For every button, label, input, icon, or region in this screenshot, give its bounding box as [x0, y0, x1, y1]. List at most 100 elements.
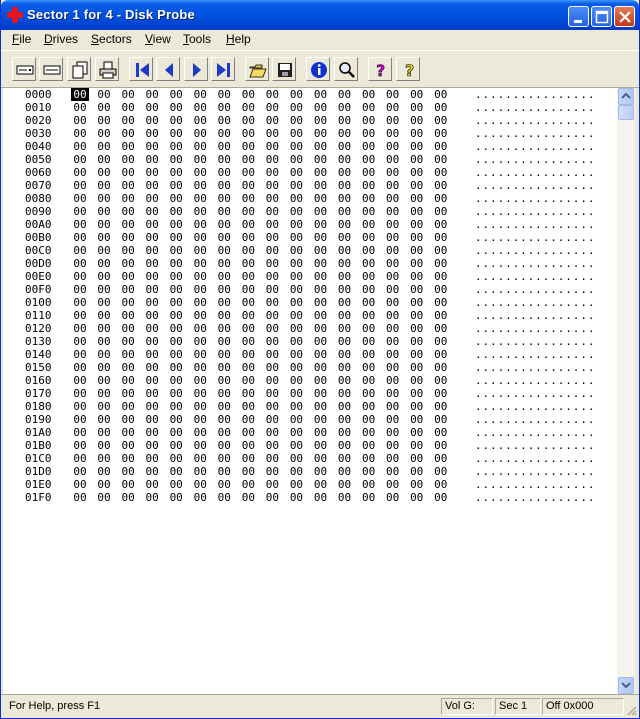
hex-byte[interactable]: 00 [432, 283, 450, 296]
hex-byte[interactable]: 00 [336, 114, 354, 127]
hex-byte[interactable]: 00 [408, 491, 426, 504]
hex-byte[interactable]: 00 [408, 400, 426, 413]
hex-byte[interactable]: 00 [119, 127, 137, 140]
hex-byte[interactable]: 00 [263, 335, 281, 348]
hex-byte[interactable]: 00 [95, 88, 113, 101]
hex-byte[interactable]: 00 [360, 491, 378, 504]
hex-row-ascii[interactable]: ................ [475, 244, 595, 257]
hex-byte[interactable]: 00 [263, 244, 281, 257]
hex-byte[interactable]: 00 [71, 322, 89, 335]
hex-byte[interactable]: 00 [239, 491, 257, 504]
hex-byte[interactable]: 00 [408, 387, 426, 400]
hex-byte[interactable]: 00 [432, 374, 450, 387]
hex-byte[interactable]: 00 [384, 296, 402, 309]
hex-byte[interactable]: 00 [167, 140, 185, 153]
first-sector-button[interactable] [129, 57, 153, 81]
hex-byte[interactable]: 00 [263, 465, 281, 478]
hex-byte[interactable]: 00 [215, 270, 233, 283]
hex-row-ascii[interactable]: ................ [475, 361, 595, 374]
hex-byte[interactable]: 00 [360, 127, 378, 140]
hex-row-ascii[interactable]: ................ [475, 257, 595, 270]
hex-byte[interactable]: 00 [384, 322, 402, 335]
hex-byte[interactable]: 00 [287, 205, 305, 218]
hex-byte[interactable]: 00 [71, 361, 89, 374]
hex-byte[interactable]: 00 [312, 465, 330, 478]
hex-byte[interactable]: 00 [408, 439, 426, 452]
hex-byte[interactable]: 00 [191, 322, 209, 335]
hex-byte[interactable]: 00 [95, 309, 113, 322]
hex-byte[interactable]: 00 [215, 127, 233, 140]
hex-byte[interactable]: 00 [167, 101, 185, 114]
hex-byte[interactable]: 00 [432, 244, 450, 257]
hex-byte[interactable]: 00 [287, 361, 305, 374]
hex-byte[interactable]: 00 [408, 374, 426, 387]
hex-byte[interactable]: 00 [71, 127, 89, 140]
hex-byte[interactable]: 00 [215, 465, 233, 478]
hex-byte[interactable]: 00 [143, 413, 161, 426]
hex-byte[interactable]: 00 [408, 348, 426, 361]
hex-byte[interactable]: 00 [215, 361, 233, 374]
hex-byte[interactable]: 00 [360, 283, 378, 296]
hex-byte[interactable]: 00 [119, 231, 137, 244]
hex-byte[interactable]: 00 [263, 478, 281, 491]
hex-byte[interactable]: 00 [167, 348, 185, 361]
hex-byte[interactable]: 00 [119, 465, 137, 478]
hex-byte[interactable]: 00 [312, 244, 330, 257]
hex-byte[interactable]: 00 [143, 283, 161, 296]
hex-byte[interactable]: 00 [95, 257, 113, 270]
hex-byte[interactable]: 00 [312, 114, 330, 127]
hex-byte[interactable]: 00 [239, 296, 257, 309]
hex-byte[interactable]: 00 [239, 309, 257, 322]
hex-row-ascii[interactable]: ................ [475, 88, 595, 101]
hex-byte[interactable]: 00 [287, 270, 305, 283]
hex-byte[interactable]: 00 [167, 309, 185, 322]
hex-byte[interactable]: 00 [143, 335, 161, 348]
hex-byte[interactable]: 00 [287, 400, 305, 413]
hex-byte[interactable]: 00 [167, 88, 185, 101]
hex-byte[interactable]: 00 [336, 205, 354, 218]
hex-byte[interactable]: 00 [408, 283, 426, 296]
hex-byte[interactable]: 00 [312, 348, 330, 361]
hex-byte[interactable]: 00 [71, 400, 89, 413]
hex-byte[interactable]: 00 [312, 426, 330, 439]
hex-byte[interactable]: 00 [239, 361, 257, 374]
hex-byte[interactable]: 00 [408, 426, 426, 439]
hex-byte[interactable]: 00 [263, 348, 281, 361]
hex-byte[interactable]: 00 [239, 140, 257, 153]
hex-byte[interactable]: 00 [95, 322, 113, 335]
hex-byte[interactable]: 00 [263, 127, 281, 140]
hex-byte[interactable]: 00 [95, 192, 113, 205]
hex-row-ascii[interactable]: ................ [475, 491, 595, 504]
hex-byte[interactable]: 00 [71, 153, 89, 166]
hex-byte[interactable]: 00 [432, 270, 450, 283]
hex-byte[interactable]: 00 [312, 231, 330, 244]
hex-byte[interactable]: 00 [336, 192, 354, 205]
hex-byte[interactable]: 00 [71, 374, 89, 387]
hex-byte[interactable]: 00 [336, 88, 354, 101]
hex-byte[interactable]: 00 [71, 439, 89, 452]
hex-byte[interactable]: 00 [71, 413, 89, 426]
hex-byte[interactable]: 00 [95, 283, 113, 296]
hex-byte[interactable]: 00 [191, 387, 209, 400]
hex-byte[interactable]: 00 [408, 166, 426, 179]
hex-byte[interactable]: 00 [432, 452, 450, 465]
hex-byte[interactable]: 00 [71, 205, 89, 218]
context-help-button[interactable]: ? [396, 57, 420, 81]
hex-byte[interactable]: 00 [287, 452, 305, 465]
hex-byte[interactable]: 00 [143, 257, 161, 270]
hex-byte[interactable]: 00 [215, 101, 233, 114]
hex-byte[interactable]: 00 [336, 166, 354, 179]
hex-byte[interactable]: 00 [239, 231, 257, 244]
hex-byte[interactable]: 00 [143, 322, 161, 335]
hex-byte[interactable]: 00 [384, 335, 402, 348]
hex-byte[interactable]: 00 [432, 413, 450, 426]
hex-byte[interactable]: 00 [191, 218, 209, 231]
hex-byte[interactable]: 00 [287, 218, 305, 231]
hex-byte[interactable]: 00 [287, 88, 305, 101]
hex-byte[interactable]: 00 [239, 283, 257, 296]
hex-byte[interactable]: 00 [167, 361, 185, 374]
hex-byte[interactable]: 00 [360, 166, 378, 179]
hex-byte[interactable]: 00 [336, 465, 354, 478]
hex-byte[interactable]: 00 [312, 283, 330, 296]
hex-byte[interactable]: 00 [167, 231, 185, 244]
